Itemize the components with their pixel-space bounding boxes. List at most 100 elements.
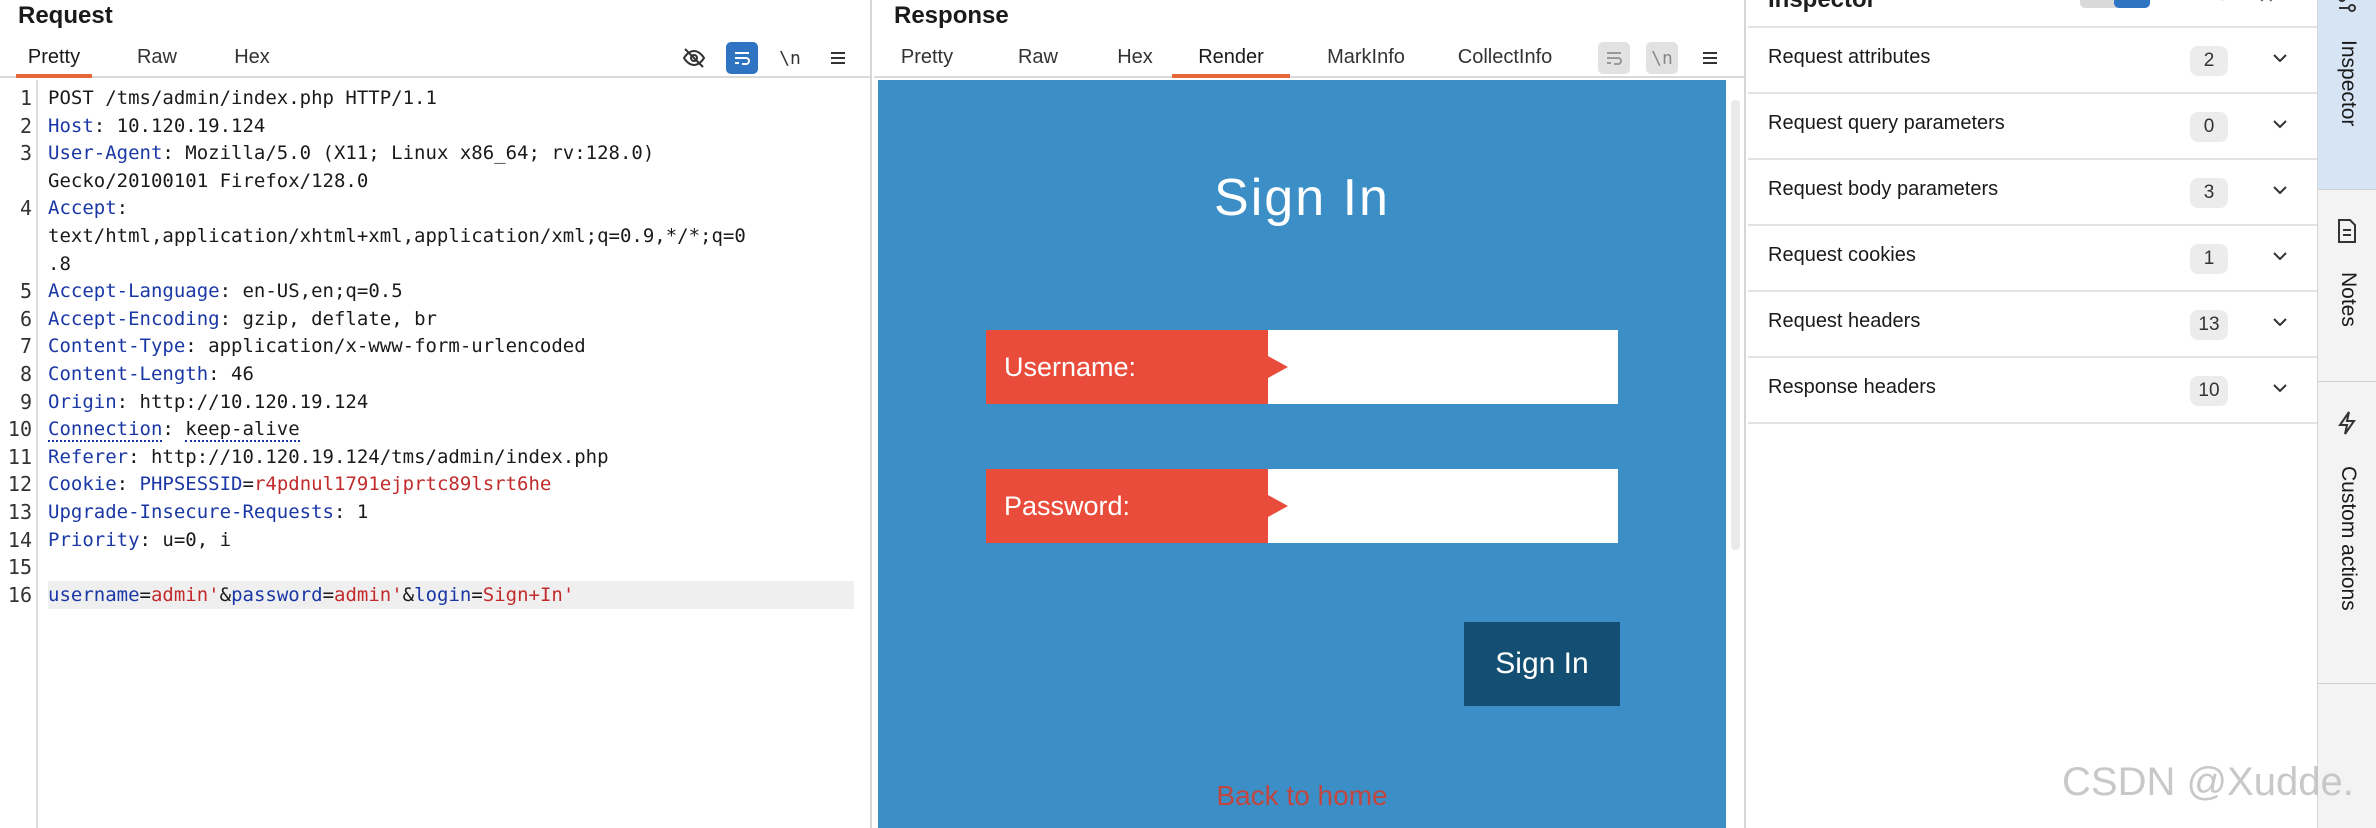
code-token: 46 [231,363,254,385]
username-label: Username: [986,330,1288,404]
code-token: Host [48,114,94,137]
response-tabbar: Pretty Raw Hex Render MarkInfo CollectIn… [874,36,1744,78]
code-text: Host: 10.120.19.124 [48,112,854,140]
side-tab-notes[interactable]: Notes [2318,192,2376,382]
wrap-icon[interactable] [726,42,758,74]
inspector-row-request-query-parameters[interactable]: Request query parameters 0 [1748,94,2317,160]
inspector-panel: Inspector — ↕ ✕ Request attributes 2 Req… [1748,0,2318,828]
request-tab-pretty[interactable]: Pretty [16,40,92,78]
menu-icon[interactable] [822,42,854,74]
code-line[interactable]: .8 [0,250,870,278]
back-to-home-link[interactable]: Back to home [878,780,1726,812]
side-tab-inspector[interactable]: Inspector [2318,0,2376,190]
request-tabbar: Pretty Raw Hex \n [0,36,870,78]
code-line[interactable]: 4 Accept: [0,194,870,222]
minimize-icon[interactable]: — [2176,0,2194,5]
line-number: 7 [19,334,32,359]
response-tab-markinfo[interactable]: MarkInfo [1314,40,1418,76]
wrap-icon[interactable] [1598,42,1630,74]
chevron-down-icon[interactable] [2270,48,2290,74]
code-line[interactable]: 5 Accept-Language: en-US,en;q=0.5 [0,277,870,305]
layout-toggle[interactable] [2080,0,2150,8]
code-token: = [139,583,151,606]
newline-toggle[interactable]: \n [1646,42,1678,74]
code-line[interactable]: 10 Connection: keep-alive [0,415,870,443]
render-scrollbar[interactable] [1726,80,1744,828]
lightning-icon [2336,410,2358,441]
code-token: 1 [356,501,369,523]
code-line[interactable]: 8 Content-Length: 46 [0,360,870,388]
chevron-down-icon[interactable] [2270,180,2290,206]
side-tab-custom-actions-label: Custom actions [2337,466,2360,611]
code-line[interactable]: Gecko/20100101 Firefox/128.0 [0,167,870,195]
code-token: = [471,583,483,606]
code-text: Gecko/20100101 Firefox/128.0 [48,167,854,195]
code-token: Sign+In' [482,583,575,606]
menu-icon[interactable] [1694,42,1726,74]
request-editor[interactable]: 1 POST /tms/admin/index.php HTTP/1.1 2 Host… [0,80,870,828]
chevron-down-icon[interactable] [2270,246,2290,272]
code-text: Accept-Encoding: gzip, deflate, br [48,305,854,333]
code-token: Content-Length [48,363,209,385]
code-token: gzip, deflate, br [242,307,437,330]
line-number: 6 [19,306,32,331]
line-number: 14 [7,527,32,552]
code-token: : [185,335,209,358]
code-line[interactable]: 2 Host: 10.120.19.124 [0,112,870,140]
response-tab-collectinfo[interactable]: CollectInfo [1442,40,1568,76]
code-token: : [219,307,243,330]
code-token: : [116,473,140,496]
inspector-row-response-headers[interactable]: Response headers 10 [1748,358,2317,424]
code-line[interactable]: 1 POST /tms/admin/index.php HTTP/1.1 [0,84,870,112]
code-token: r4pdnul1791ejprtc89lsrt6he [253,473,552,496]
chevron-down-icon[interactable] [2270,378,2290,404]
scroll-thumb[interactable] [1731,100,1740,550]
inspector-row-request-cookies[interactable]: Request cookies 1 [1748,226,2317,292]
line-number: 11 [7,444,32,469]
side-tab-custom-actions[interactable]: Custom actions [2318,384,2376,684]
code-token: : [116,197,129,220]
code-line[interactable]: 9 Origin: http://10.120.19.124 [0,388,870,416]
password-field[interactable]: Password: [986,469,1618,543]
arrow-icon[interactable]: ↕ [2218,0,2227,5]
inspector-icon [2336,0,2358,19]
code-text: Accept: [48,194,854,222]
request-tab-hex[interactable]: Hex [222,40,282,76]
response-tab-render[interactable]: Render [1172,40,1290,78]
inspector-row-label: Response headers [1768,376,1936,398]
code-line[interactable]: 13 Upgrade-Insecure-Requests: 1 [0,498,870,526]
close-icon[interactable]: ✕ [2258,0,2275,9]
response-tab-pretty[interactable]: Pretty [890,40,964,76]
code-line[interactable]: 14 Priority: u=0, i [0,526,870,554]
code-text: Content-Type: application/x-www-form-url… [48,332,854,360]
code-line[interactable]: 15 [0,553,870,581]
code-line[interactable]: text/html,application/xhtml+xml,applicat… [0,222,870,250]
code-token: & [402,583,415,606]
code-text: Accept-Language: en-US,en;q=0.5 [48,277,854,305]
inspector-row-request-attributes[interactable]: Request attributes 2 [1748,28,2317,94]
inspector-row-request-headers[interactable]: Request headers 13 [1748,292,2317,358]
response-tab-hex[interactable]: Hex [1106,40,1164,76]
chevron-down-icon[interactable] [2270,114,2290,140]
username-field[interactable]: Username: [986,330,1618,404]
code-token: = [242,473,254,496]
code-line[interactable]: 7 Content-Type: application/x-www-form-ur… [0,332,870,360]
code-line[interactable]: 3 User-Agent: Mozilla/5.0 (X11; Linux x86… [0,139,870,167]
response-tab-raw[interactable]: Raw [1008,40,1068,76]
code-token: password [231,583,323,606]
code-token: Priority [48,528,140,551]
eye-off-icon[interactable] [678,42,710,74]
code-line[interactable]: 12 Cookie: PHPSESSID=r4pdnul1791ejprtc89l… [0,470,870,498]
code-line[interactable]: 16 username=admin'&password=admin'&login=… [0,580,870,609]
sign-in-button[interactable]: Sign In [1464,622,1620,706]
line-number: 13 [7,500,32,524]
notes-icon [2336,218,2358,249]
line-number: 16 [7,582,32,607]
request-tab-raw[interactable]: Raw [126,40,188,76]
chevron-down-icon[interactable] [2270,312,2290,338]
code-line[interactable]: 11 Referer: http://10.120.19.124/tms/admi… [0,443,870,471]
code-line[interactable]: 6 Accept-Encoding: gzip, deflate, br [0,305,870,333]
password-label: Password: [986,469,1288,543]
newline-toggle[interactable]: \n [774,42,806,74]
inspector-row-request-body-parameters[interactable]: Request body parameters 3 [1748,160,2317,226]
